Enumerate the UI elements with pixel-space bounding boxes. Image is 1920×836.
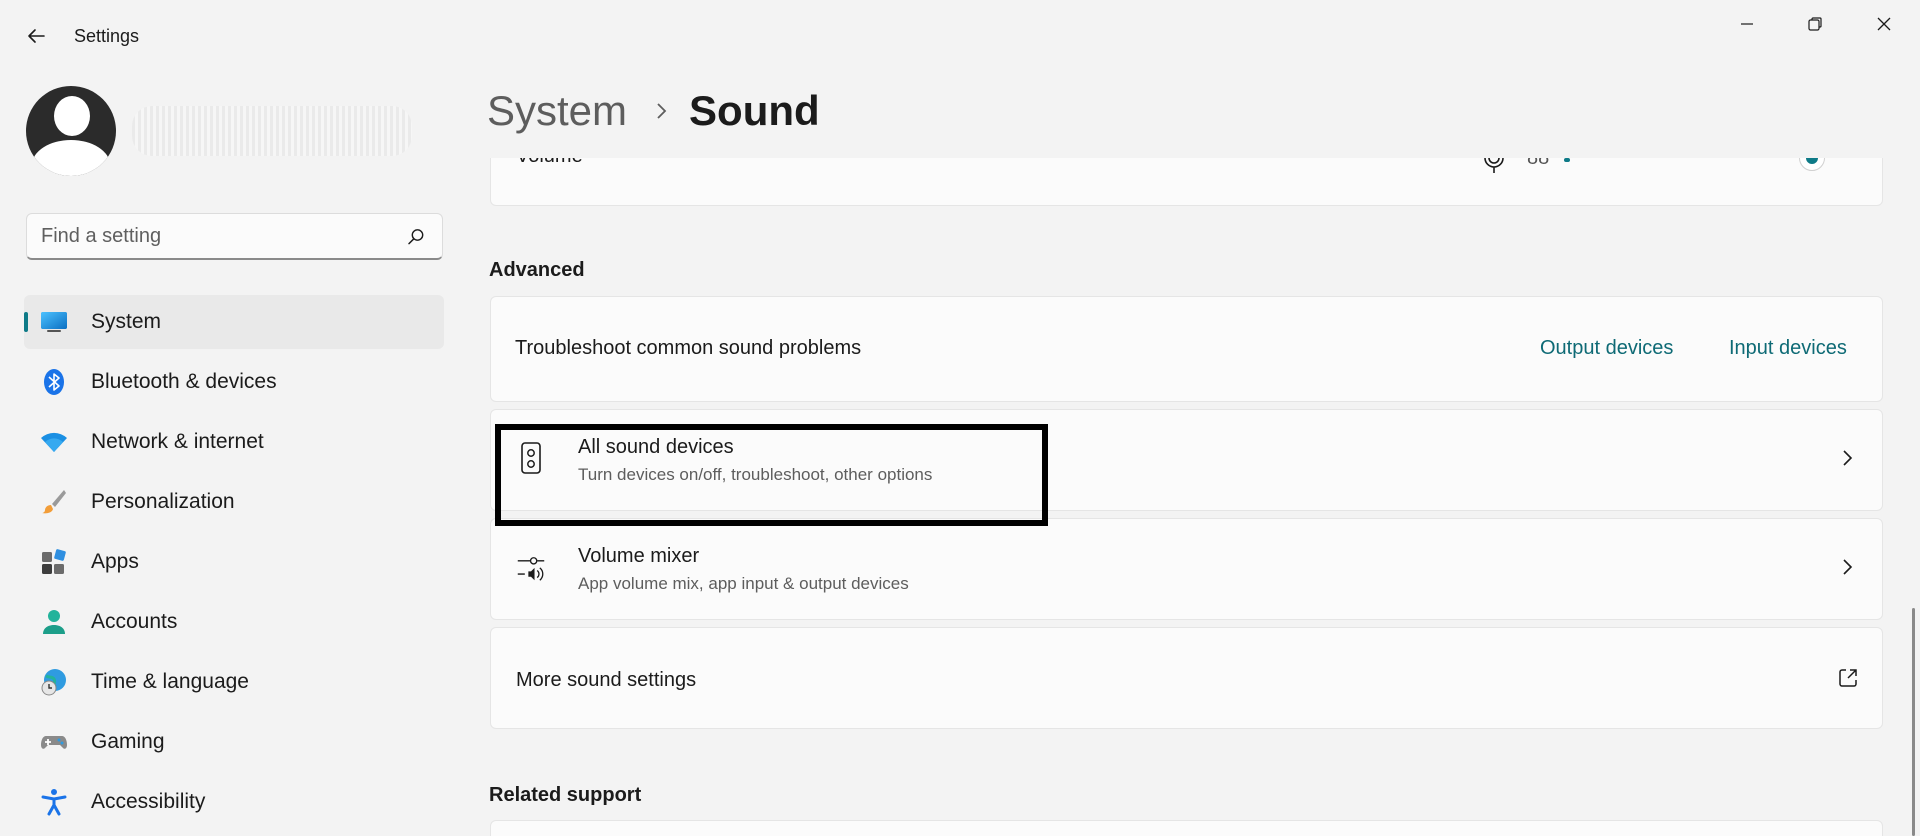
globe-clock-icon — [41, 669, 66, 696]
mixer-icon — [517, 557, 545, 581]
sidebar-item-accounts[interactable]: Accounts — [24, 595, 444, 649]
sidebar-item-personalization[interactable]: Personalization — [24, 475, 444, 529]
accessibility-icon — [41, 789, 67, 816]
paintbrush-icon — [42, 490, 66, 514]
bluetooth-icon — [44, 369, 64, 395]
apps-icon — [42, 549, 66, 574]
chevron-right-icon — [1843, 559, 1853, 575]
sidebar-item-time-language[interactable]: Time & language — [24, 655, 444, 709]
title-bar: Settings — [0, 0, 1920, 72]
volume-slider-track[interactable] — [1564, 158, 1570, 162]
restore-button[interactable] — [1791, 10, 1839, 38]
output-devices-link[interactable]: Output devices — [1540, 337, 1673, 360]
breadcrumb-parent[interactable]: System — [487, 87, 627, 135]
restore-icon — [1808, 17, 1822, 31]
scrollbar-thumb[interactable] — [1912, 608, 1915, 836]
back-button[interactable] — [20, 20, 52, 52]
close-button[interactable] — [1860, 10, 1908, 38]
minimize-button[interactable] — [1723, 10, 1771, 38]
profile-name-redacted — [132, 106, 412, 156]
sidebar-item-label: Accounts — [91, 610, 178, 633]
sidebar-item-label: Network & internet — [91, 430, 264, 453]
sidebar-item-label: Gaming — [91, 730, 165, 753]
app-title: Settings — [74, 26, 140, 46]
sidebar-item-label: Apps — [91, 550, 139, 573]
breadcrumb: System Sound — [487, 86, 820, 136]
sidebar-item-apps[interactable]: Apps — [24, 535, 444, 589]
sidebar-item-gaming[interactable]: Gaming — [24, 715, 444, 769]
section-title-related-support: Related support — [489, 784, 642, 806]
sidebar-item-network[interactable]: Network & internet — [24, 415, 444, 469]
gamepad-icon — [41, 736, 67, 749]
sidebar-item-label: Personalization — [91, 490, 235, 513]
user-avatar-icon — [26, 86, 116, 176]
more-sound-settings-label: More sound settings — [516, 669, 697, 691]
wifi-icon — [41, 432, 67, 452]
sidebar-item-accessibility[interactable]: Accessibility — [24, 775, 444, 829]
volume-mixer-row[interactable]: Volume mixer App volume mix, app input &… — [490, 518, 1883, 620]
sidebar-item-label: System — [91, 310, 162, 333]
search-icon[interactable] — [406, 227, 426, 247]
input-devices-link[interactable]: Input devices — [1729, 337, 1847, 360]
open-external-icon — [1839, 669, 1857, 687]
sidebar-item-label: Accessibility — [91, 790, 206, 813]
highlight-box — [495, 424, 1048, 526]
sidebar-nav: System Bluetooth & devices Network & int… — [24, 295, 444, 835]
search-input[interactable] — [41, 225, 381, 248]
chevron-right-icon — [655, 102, 667, 120]
sidebar-item-label: Bluetooth & devices — [91, 370, 277, 393]
sidebar-item-system[interactable]: System — [24, 295, 444, 349]
volume-mixer-title: Volume mixer — [578, 545, 700, 567]
troubleshoot-card: Troubleshoot common sound problems Outpu… — [490, 296, 1883, 402]
search-box[interactable] — [26, 213, 443, 260]
close-icon — [1877, 17, 1891, 31]
account-icon — [43, 610, 65, 634]
user-profile[interactable] — [26, 86, 412, 178]
sidebar-item-label: Time & language — [91, 670, 249, 693]
volume-mixer-subtitle: App volume mix, app input & output devic… — [578, 574, 909, 593]
back-arrow-icon — [28, 29, 45, 43]
minimize-icon — [1741, 23, 1753, 25]
system-display-icon — [41, 312, 67, 332]
section-title-advanced: Advanced — [489, 259, 585, 281]
page-title: Sound — [689, 87, 820, 134]
chevron-right-icon — [1843, 450, 1853, 466]
more-sound-settings-row[interactable]: More sound settings — [490, 627, 1883, 729]
sidebar-item-bluetooth[interactable]: Bluetooth & devices — [24, 355, 444, 409]
troubleshoot-label: Troubleshoot common sound problems — [515, 337, 862, 359]
related-support-card[interactable] — [490, 820, 1883, 836]
